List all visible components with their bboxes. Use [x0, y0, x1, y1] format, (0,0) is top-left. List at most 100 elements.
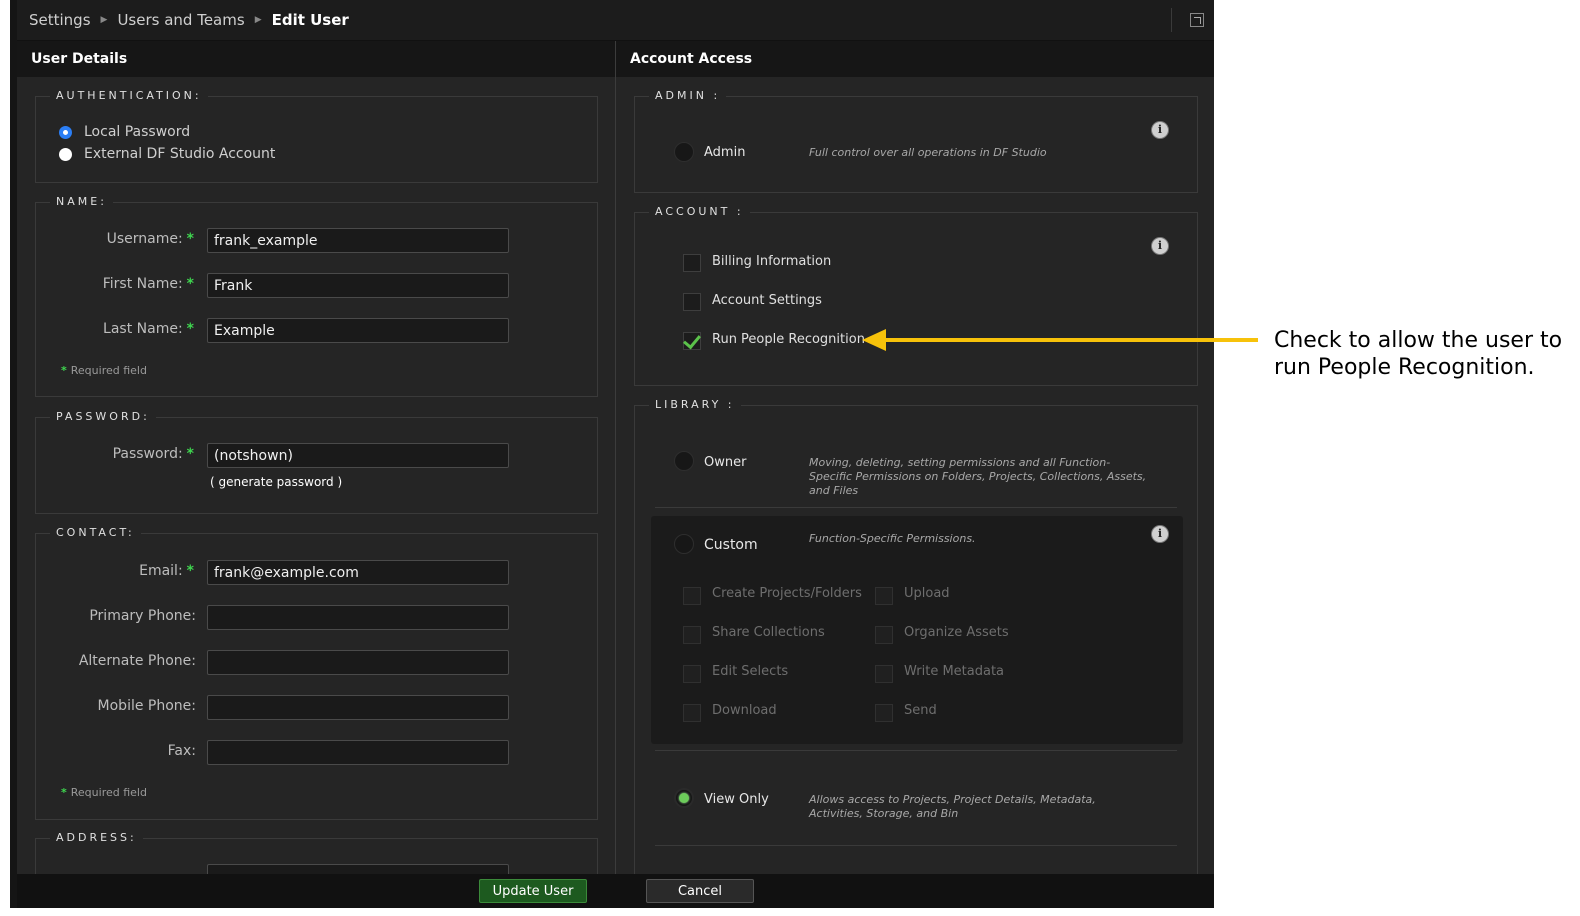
- primary-phone-input[interactable]: [207, 605, 509, 630]
- primary-phone-label: Primary Phone:: [89, 608, 196, 624]
- required-star: *: [61, 786, 67, 799]
- fax-input[interactable]: [207, 740, 509, 765]
- username-label: Username: *: [106, 231, 194, 247]
- arrow-left-icon: [862, 329, 886, 351]
- last-name-label: Last Name: *: [103, 321, 194, 337]
- admin-legend: ADMIN :: [649, 89, 727, 102]
- info-icon[interactable]: i: [1151, 237, 1169, 255]
- organize-assets-checkbox[interactable]: [875, 626, 893, 644]
- billing-information-label[interactable]: Billing Information: [712, 254, 831, 269]
- required-star: *: [186, 276, 194, 292]
- billing-information-checkbox[interactable]: [683, 254, 701, 272]
- last-name-input[interactable]: [207, 318, 509, 343]
- first-name-input[interactable]: [207, 273, 509, 298]
- generate-password-link[interactable]: ( generate password ): [210, 475, 342, 489]
- callout-arrow-line: [880, 338, 1258, 342]
- footer-bar: Update User Cancel: [17, 874, 1214, 908]
- owner-label[interactable]: Owner: [704, 455, 746, 470]
- share-collections-label[interactable]: Share Collections: [712, 625, 825, 640]
- download-checkbox[interactable]: [683, 704, 701, 722]
- custom-description: Function-Specific Permissions.: [809, 532, 976, 545]
- owner-description: Moving, deleting, setting permissions an…: [809, 456, 1147, 497]
- admin-label[interactable]: Admin: [704, 145, 745, 160]
- callout-text: Check to allow the user to run People Re…: [1274, 328, 1563, 380]
- custom-radio[interactable]: [674, 534, 694, 554]
- required-star: *: [186, 446, 194, 462]
- email-input[interactable]: [207, 560, 509, 585]
- password-legend: PASSWORD:: [50, 410, 156, 423]
- required-star: *: [186, 231, 194, 247]
- breadcrumb: Settings ▶ Users and Teams ▶ Edit User: [29, 11, 349, 29]
- info-icon[interactable]: i: [1151, 121, 1169, 139]
- upload-label[interactable]: Upload: [904, 586, 950, 601]
- username-input[interactable]: [207, 228, 509, 253]
- run-people-recognition-label[interactable]: Run People Recognition: [712, 332, 865, 347]
- info-icon[interactable]: i: [1151, 525, 1169, 543]
- write-metadata-label[interactable]: Write Metadata: [904, 664, 1004, 679]
- address-legend: ADDRESS:: [50, 831, 143, 844]
- library-legend: LIBRARY :: [649, 398, 741, 411]
- password-input[interactable]: [207, 443, 509, 468]
- create-projects-folders-checkbox[interactable]: [683, 587, 701, 605]
- chevron-right-icon: ▶: [254, 15, 262, 25]
- account-settings-checkbox[interactable]: [683, 293, 701, 311]
- chevron-right-icon: ▶: [100, 15, 108, 25]
- view-only-label[interactable]: View Only: [704, 792, 769, 807]
- update-user-button[interactable]: Update User: [479, 879, 587, 903]
- write-metadata-checkbox[interactable]: [875, 665, 893, 683]
- local-password-label[interactable]: Local Password: [84, 124, 190, 140]
- organize-assets-label[interactable]: Organize Assets: [904, 625, 1009, 640]
- edit-selects-checkbox[interactable]: [683, 665, 701, 683]
- fax-label: Fax:: [167, 743, 196, 759]
- edit-selects-label[interactable]: Edit Selects: [712, 664, 788, 679]
- external-account-label[interactable]: External DF Studio Account: [84, 146, 275, 162]
- upload-checkbox[interactable]: [875, 587, 893, 605]
- required-field-note: * Required field: [61, 786, 147, 799]
- required-star: *: [61, 364, 67, 377]
- cancel-button[interactable]: Cancel: [646, 879, 754, 903]
- alternate-phone-input[interactable]: [207, 650, 509, 675]
- required-star: *: [186, 321, 194, 337]
- alternate-phone-label: Alternate Phone:: [78, 653, 196, 669]
- divider: [655, 845, 1177, 846]
- contact-legend: CONTACT:: [50, 526, 141, 539]
- password-label: Password: *: [112, 446, 194, 462]
- breadcrumb-settings[interactable]: Settings: [29, 11, 91, 29]
- view-only-radio[interactable]: [674, 788, 694, 808]
- owner-radio[interactable]: [674, 451, 694, 471]
- share-collections-checkbox[interactable]: [683, 626, 701, 644]
- send-checkbox[interactable]: [875, 704, 893, 722]
- first-name-label: First Name: *: [102, 276, 194, 292]
- create-projects-folders-label[interactable]: Create Projects/Folders: [712, 586, 862, 601]
- breadcrumb-edit-user: Edit User: [271, 11, 349, 29]
- account-settings-label[interactable]: Account Settings: [712, 293, 822, 308]
- admin-radio[interactable]: [674, 142, 694, 162]
- download-label[interactable]: Download: [712, 703, 777, 718]
- required-field-note: * Required field: [61, 364, 147, 377]
- account-legend: ACCOUNT :: [649, 205, 750, 218]
- account-access-header: Account Access: [616, 41, 1214, 77]
- authentication-legend: AUTHENTICATION:: [50, 89, 208, 102]
- checkmark-icon: [683, 330, 701, 350]
- admin-description: Full control over all operations in DF S…: [809, 146, 1047, 159]
- column-divider: [615, 41, 616, 874]
- custom-label[interactable]: Custom: [704, 537, 758, 553]
- run-people-recognition-checkbox[interactable]: [683, 330, 701, 350]
- email-label: Email: *: [139, 563, 194, 579]
- toolbar-divider: [1171, 8, 1172, 32]
- send-label[interactable]: Send: [904, 703, 937, 718]
- view-only-description: Allows access to Projects, Project Detai…: [809, 793, 1096, 820]
- divider: [655, 750, 1177, 751]
- local-password-radio[interactable]: [59, 126, 72, 139]
- expand-icon[interactable]: [1190, 13, 1204, 27]
- mobile-phone-label: Mobile Phone:: [97, 698, 196, 714]
- divider: [655, 507, 1177, 508]
- external-account-radio[interactable]: [59, 148, 72, 161]
- breadcrumb-users-and-teams[interactable]: Users and Teams: [117, 11, 244, 29]
- user-details-header: User Details: [17, 41, 615, 77]
- top-bar: Settings ▶ Users and Teams ▶ Edit User: [17, 0, 1214, 41]
- edit-user-window: Settings ▶ Users and Teams ▶ Edit User U…: [10, 0, 1214, 908]
- mobile-phone-input[interactable]: [207, 695, 509, 720]
- required-star: *: [186, 563, 194, 579]
- name-legend: NAME:: [50, 195, 113, 208]
